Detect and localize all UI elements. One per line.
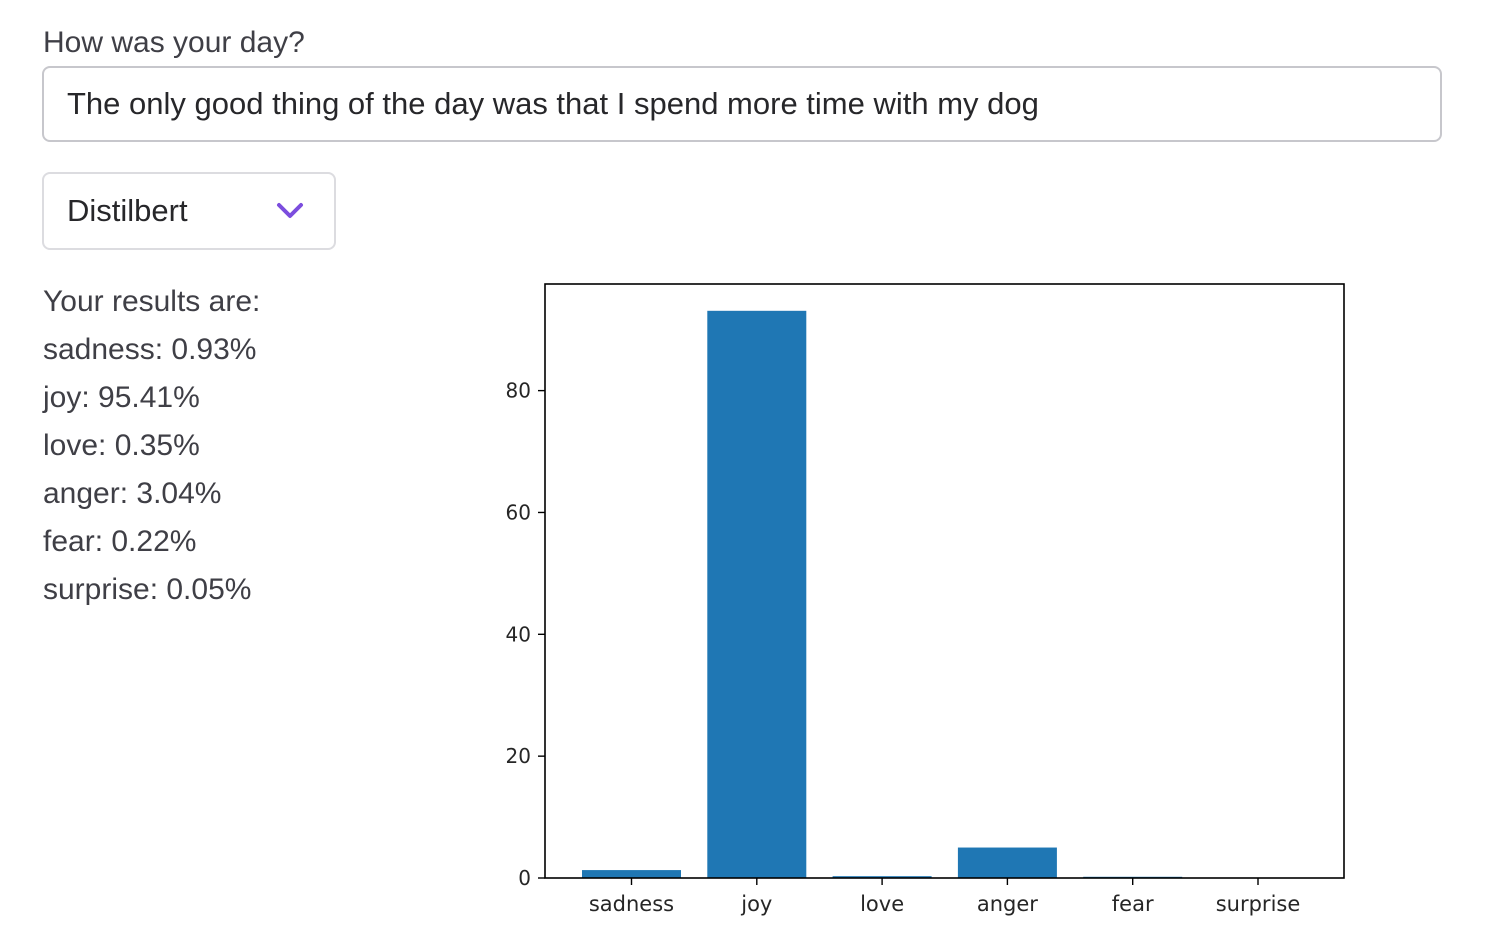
y-tick-label-0: 0 xyxy=(518,866,531,890)
model-dropdown-value: Distilbert xyxy=(67,193,188,228)
x-tick-label-love: love xyxy=(860,892,904,916)
plot-frame xyxy=(544,283,1345,879)
chevron-down-icon[interactable] xyxy=(276,201,304,221)
bar-joy xyxy=(707,310,807,878)
result-line-joy: joy: 95.41% xyxy=(43,381,200,414)
result-line-sadness: sadness: 0.93% xyxy=(43,333,257,366)
x-tick-label-anger: anger xyxy=(977,892,1038,916)
x-tick-label-joy: joy xyxy=(740,892,772,916)
y-tick-label-20: 20 xyxy=(506,744,531,768)
y-tick-label-80: 80 xyxy=(506,379,531,403)
results-heading: Your results are: xyxy=(43,285,261,318)
model-dropdown[interactable]: Distilbert xyxy=(42,172,336,250)
result-line-anger: anger: 3.04% xyxy=(43,477,222,510)
x-tick-label-surprise: surprise xyxy=(1216,892,1301,916)
emotion-bar-chart: 0 20 40 60 80 sadness joy love anger fear surprise xyxy=(480,270,1380,930)
bar-anger xyxy=(957,847,1057,878)
results-panel: Your results are: sadness: 0.93% joy: 95… xyxy=(43,278,260,614)
x-tick-label-sadness: sadness xyxy=(589,892,674,916)
chart-svg: 0 20 40 60 80 sadness joy love anger fear surprise xyxy=(506,283,1345,916)
prompt-label: How was your day? xyxy=(43,26,305,59)
x-tick-label-fear: fear xyxy=(1112,892,1154,916)
result-line-fear: fear: 0.22% xyxy=(43,525,197,558)
y-tick-label-40: 40 xyxy=(506,622,531,646)
result-line-love: love: 0.35% xyxy=(43,429,200,462)
result-line-surprise: surprise: 0.05% xyxy=(43,573,252,606)
bar-sadness xyxy=(582,870,681,878)
day-description-input[interactable] xyxy=(42,66,1442,142)
y-tick-label-60: 60 xyxy=(506,500,531,524)
